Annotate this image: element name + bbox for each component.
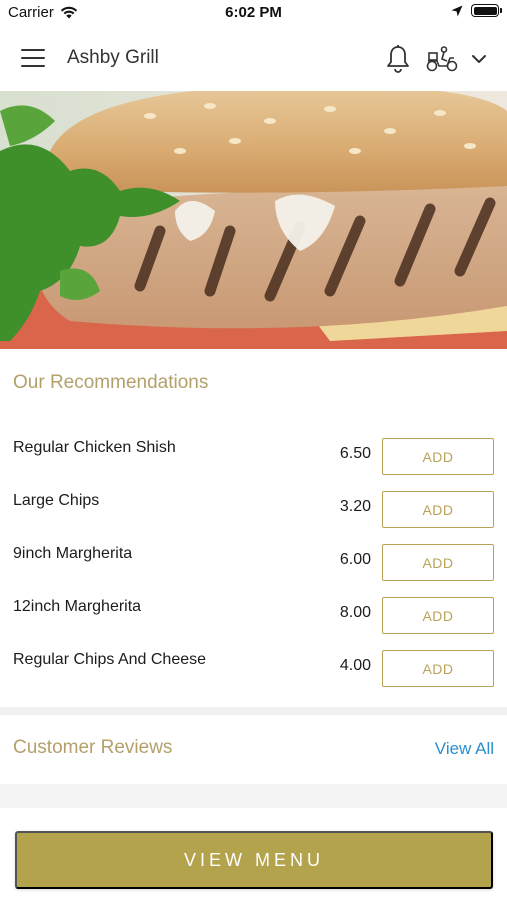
app-header: Ashby Grill [0,27,507,91]
battery-icon [471,4,502,17]
item-name: Regular Chicken Shish [13,439,176,456]
menu-bar [21,65,45,67]
item-name: Regular Chips And Cheese [13,651,207,668]
chevron-down-icon[interactable] [469,49,489,69]
burger-photo [0,91,507,349]
list-item: Large Chips 3.20 ADD [0,481,507,534]
section-divider [0,707,507,715]
view-all-link[interactable]: View All [435,739,494,759]
view-menu-button[interactable]: VIEW MENU [15,831,493,889]
status-bar: Carrier 6:02 PM [0,0,507,27]
list-item: 12inch Margherita 8.00 ADD [0,587,507,640]
battery-level [473,6,497,15]
restaurant-title: Ashby Grill [67,47,159,68]
add-button[interactable]: ADD [382,438,494,475]
status-right [451,4,502,17]
bell-icon[interactable] [384,44,412,74]
item-price: 3.20 [339,498,371,515]
item-price: 6.00 [339,551,371,568]
item-price: 4.00 [339,657,371,674]
list-item: Regular Chips And Cheese 4.00 ADD [0,640,507,693]
add-button[interactable]: ADD [382,597,494,634]
reviews-title: Customer Reviews [13,737,173,758]
add-button[interactable]: ADD [382,491,494,528]
menu-bar [21,57,45,59]
list-item: Regular Chicken Shish 6.50 ADD [0,428,507,481]
item-name: Large Chips [13,492,100,509]
delivery-scooter-icon[interactable] [425,45,459,73]
item-price: 6.50 [339,445,371,462]
menu-icon[interactable] [20,47,46,69]
menu-bar [21,49,45,51]
hero-image [0,91,507,349]
list-item: 9inch Margherita 6.00 ADD [0,534,507,587]
recommendations-title: Our Recommendations [13,372,209,393]
item-name: 12inch Margherita [13,598,142,615]
item-name: 9inch Margherita [13,545,133,562]
recommendations-list: Regular Chicken Shish 6.50 ADD Large Chi… [0,428,507,693]
location-arrow-icon [451,5,463,16]
status-time: 6:02 PM [225,4,282,21]
item-price: 8.00 [339,604,371,621]
add-button[interactable]: ADD [382,650,494,687]
add-button[interactable]: ADD [382,544,494,581]
